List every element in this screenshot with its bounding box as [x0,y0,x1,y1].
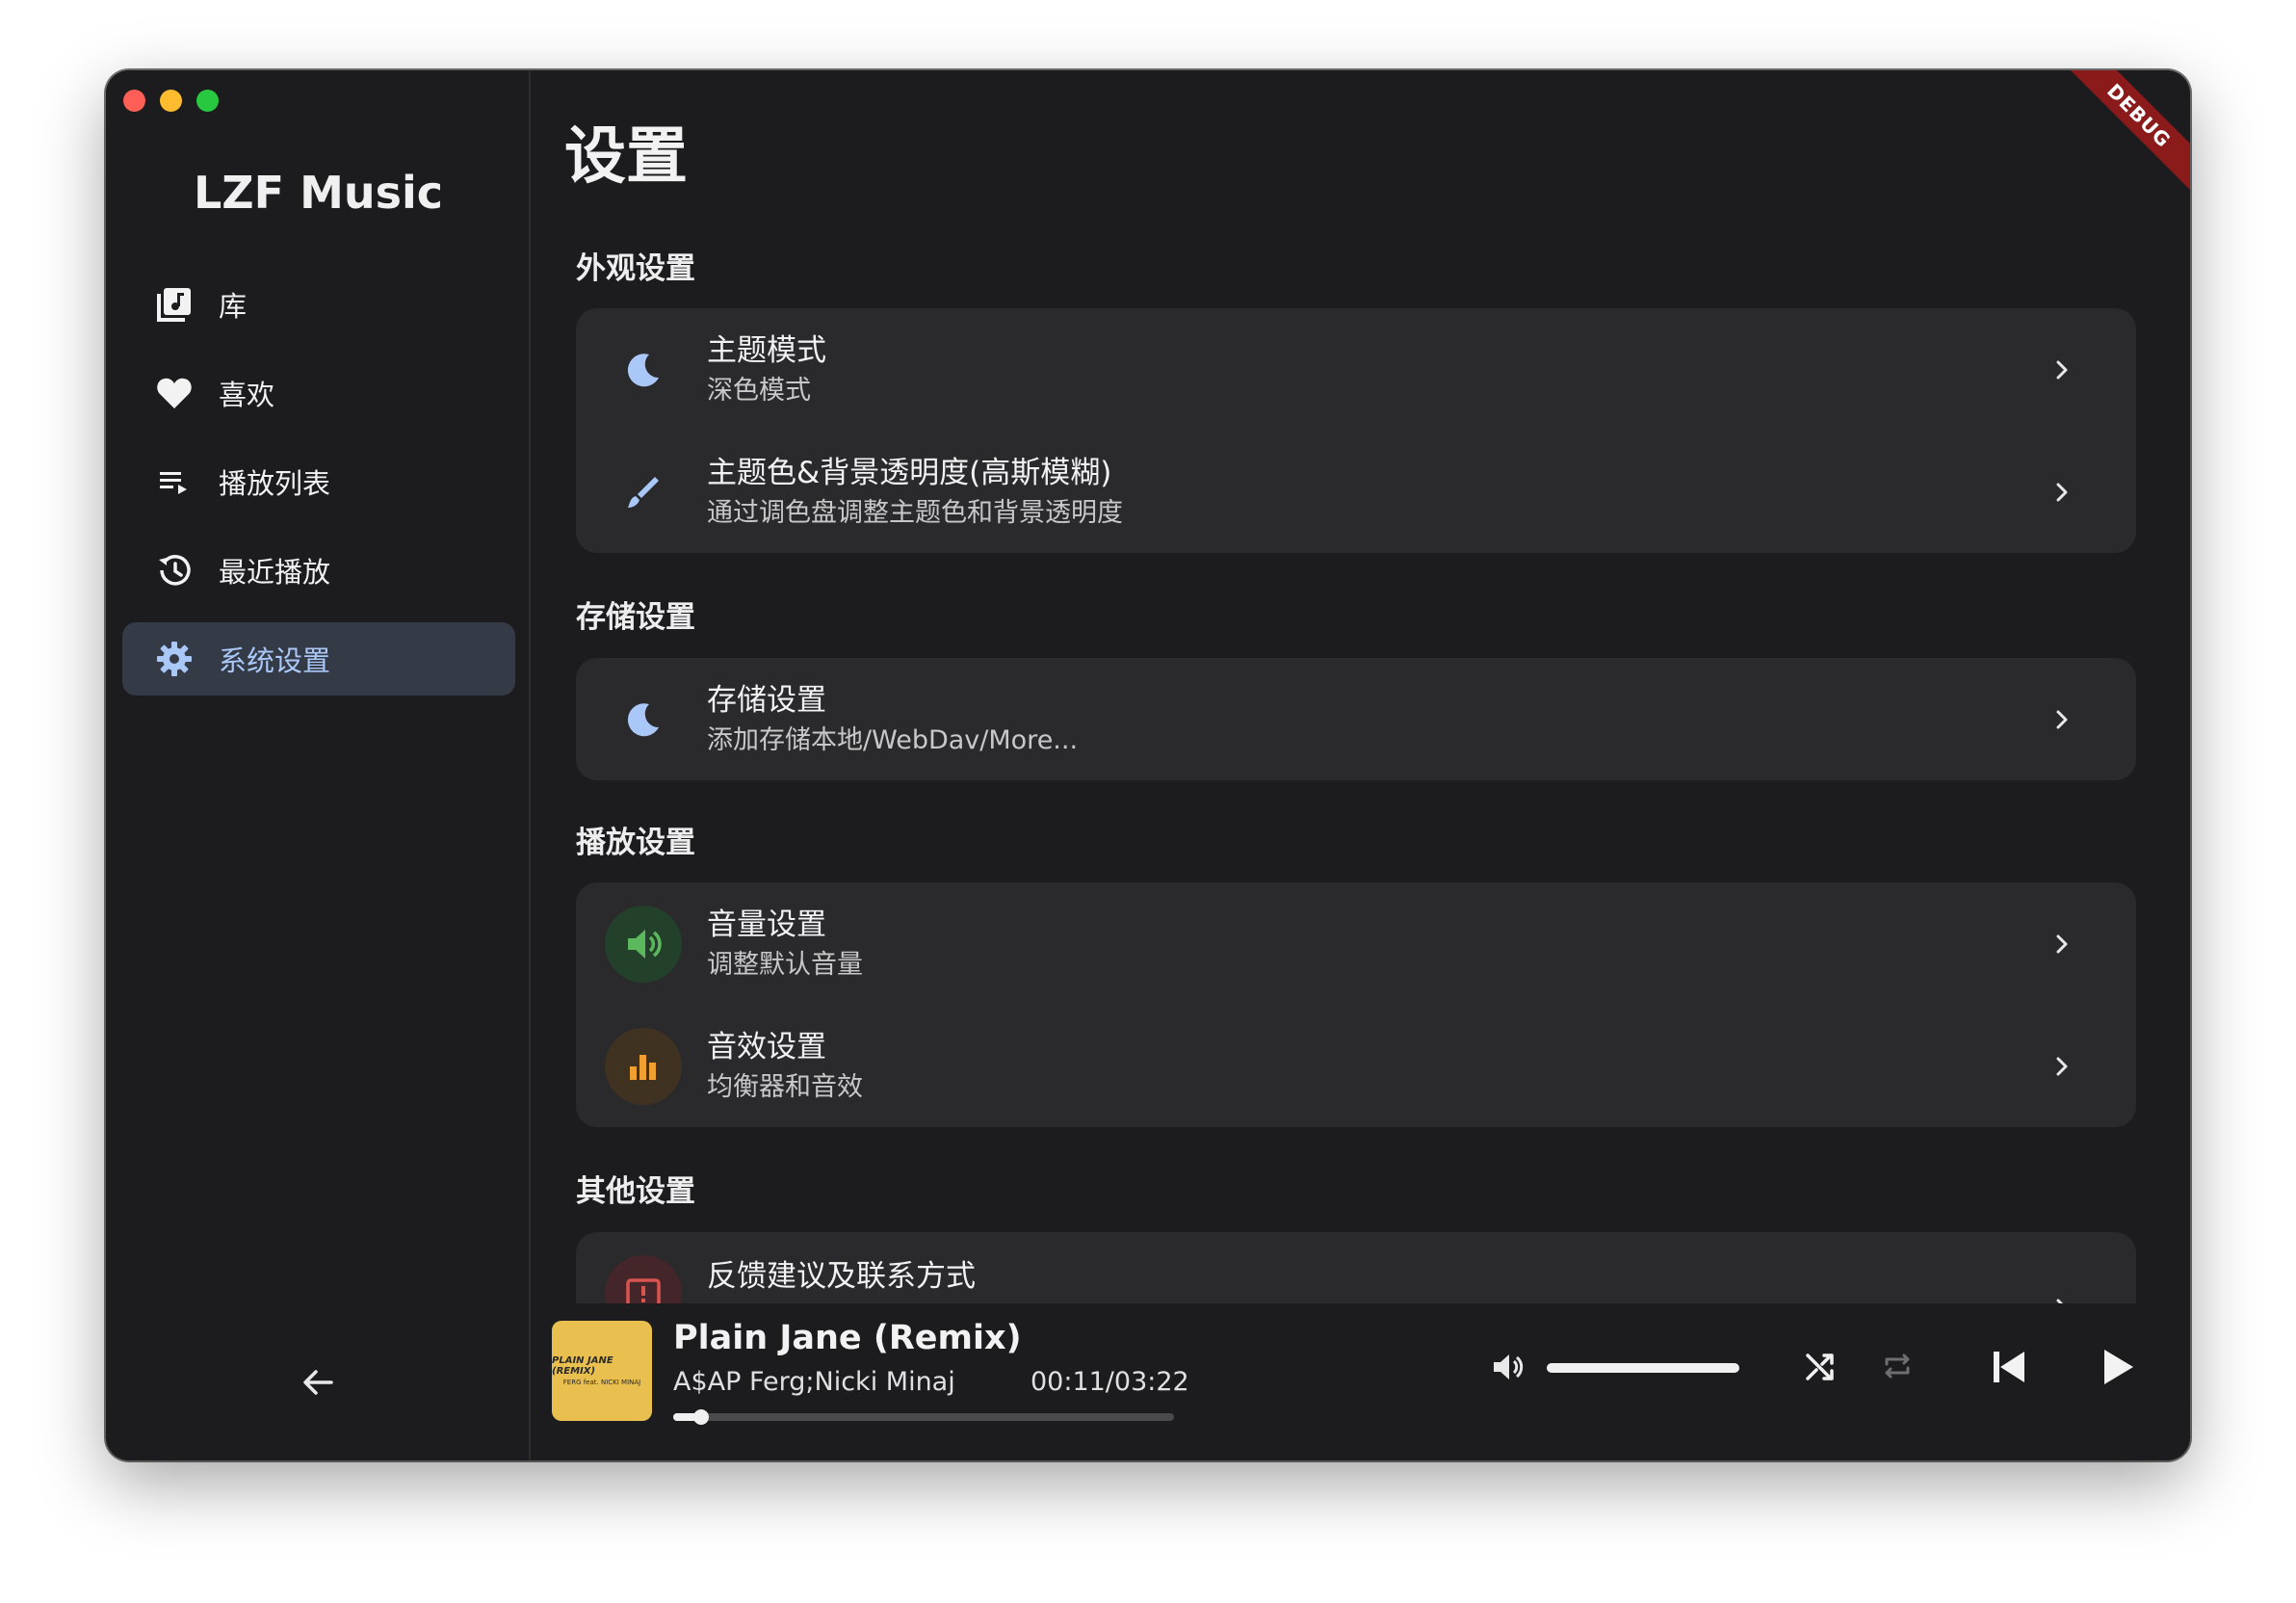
row-title: 音量设置 [707,907,826,942]
settings-card-appearance: 主题模式 深色模式 主题色&背景透明度(高斯模糊) 通过调色盘调整主题色和背景透… [576,308,2136,553]
sidebar-item-label: 库 [219,290,248,323]
chevron-right-icon [2048,1052,2076,1081]
gear-icon [155,640,194,678]
chevron-right-icon [2048,355,2076,384]
settings-row-storage[interactable]: 存储设置 添加存储本地/WebDav/More... [576,658,2136,780]
section-title-other: 其他设置 [576,1174,695,1209]
settings-row-theme-color[interactable]: 主题色&背景透明度(高斯模糊) 通过调色盘调整主题色和背景透明度 [576,431,2136,553]
sidebar-item-favorites[interactable]: 喜欢 [122,356,515,430]
volume-button[interactable] [1489,1348,1527,1386]
shuffle-button[interactable] [1799,1347,1841,1389]
song-title: Plain Jane (Remix) [673,1319,1022,1357]
app-window: DEBUG LZF Music 库 喜欢 播放列表 最近播放 系统设置 设置 外… [106,70,2190,1460]
equalizer-icon [605,1027,682,1105]
row-subtitle: 深色模式 [707,375,811,406]
settings-card-playback: 音量设置 调整默认音量 音效设置 均衡器和音效 [576,882,2136,1127]
settings-row-feedback[interactable]: 反馈建议及联系方式 [576,1232,2136,1303]
row-subtitle: 调整默认音量 [707,949,863,980]
minimize-window-button[interactable] [160,90,182,112]
sidebar-item-library[interactable]: 库 [122,268,515,341]
chevron-right-icon [2048,705,2076,734]
chevron-right-icon [2048,1294,2076,1303]
row-title: 存储设置 [707,682,826,718]
settings-card-other: 反馈建议及联系方式 [576,1232,2136,1303]
progress-knob[interactable] [693,1409,710,1425]
sidebar-item-settings[interactable]: 系统设置 [122,622,515,696]
player-bar: PLAIN JANE (REMIX) FERG feat. NICKI MINA… [533,1303,2190,1460]
library-music-icon [155,285,194,324]
row-title: 主题模式 [707,332,826,368]
back-button[interactable] [295,1361,341,1407]
settings-card-storage: 存储设置 添加存储本地/WebDav/More... [576,658,2136,780]
sidebar-item-recent[interactable]: 最近播放 [122,534,515,607]
zoom-window-button[interactable] [196,90,219,112]
album-art[interactable]: PLAIN JANE (REMIX) FERG feat. NICKI MINA… [552,1321,652,1421]
volume-slider[interactable] [1547,1363,1739,1373]
play-icon [2094,1344,2140,1394]
album-art-subtitle: FERG feat. NICKI MINAJ [562,1379,641,1386]
section-title-storage: 存储设置 [576,600,695,635]
arrow-left-icon [299,1363,337,1406]
app-title: LZF Music [193,167,444,219]
chevron-right-icon [2048,478,2076,507]
row-subtitle: 均衡器和音效 [707,1071,863,1102]
skip-previous-icon [1986,1344,2032,1394]
settings-page: 设置 外观设置 主题模式 深色模式 主题色&背景透明度(高斯模糊) 通过调色盘调… [533,70,2190,1303]
feedback-icon [605,1254,682,1303]
progress-slider[interactable] [673,1409,1174,1425]
row-title: 音效设置 [707,1029,826,1064]
moon-icon [605,681,682,758]
section-title-appearance: 外观设置 [576,251,695,286]
sidebar-item-label: 最近播放 [219,556,331,589]
previous-button[interactable] [1982,1342,2036,1396]
sidebar-item-playlist[interactable]: 播放列表 [122,445,515,518]
shuffle-icon [1803,1349,1838,1387]
row-subtitle: 通过调色盘调整主题色和背景透明度 [707,497,1123,528]
chevron-right-icon [2048,930,2076,959]
row-title: 反馈建议及联系方式 [707,1259,976,1294]
history-icon [155,551,194,590]
volume-fill [1547,1363,1739,1373]
sidebar: LZF Music 库 喜欢 播放列表 最近播放 系统设置 [106,70,531,1460]
sidebar-item-label: 喜欢 [219,379,275,411]
song-time: 00:11/03:22 [1031,1367,1189,1397]
play-button[interactable] [2090,1342,2144,1396]
repeat-button[interactable] [1876,1347,1918,1389]
moon-icon [605,331,682,408]
section-title-playback: 播放设置 [576,826,695,860]
row-subtitle: 添加存储本地/WebDav/More... [707,724,1079,755]
sidebar-nav: 库 喜欢 播放列表 最近播放 系统设置 [122,268,515,711]
brush-icon [605,454,682,531]
heart-icon [155,374,194,412]
repeat-icon [1880,1349,1915,1387]
playlist-icon [155,462,194,501]
settings-row-sound-effects[interactable]: 音效设置 均衡器和音效 [576,1005,2136,1127]
settings-row-theme-mode[interactable]: 主题模式 深色模式 [576,308,2136,431]
speaker-icon [1489,1354,1527,1390]
traffic-lights [123,90,219,112]
sidebar-item-label: 系统设置 [219,644,331,677]
volume-icon [605,905,682,983]
close-window-button[interactable] [123,90,145,112]
row-title: 主题色&背景透明度(高斯模糊) [707,455,1112,490]
song-artist: A$AP Ferg;Nicki Minaj [673,1367,955,1397]
sidebar-item-label: 播放列表 [219,467,331,500]
settings-row-volume[interactable]: 音量设置 调整默认音量 [576,882,2136,1005]
album-art-title: PLAIN JANE (REMIX) [552,1355,613,1377]
page-title: 设置 [564,121,688,193]
